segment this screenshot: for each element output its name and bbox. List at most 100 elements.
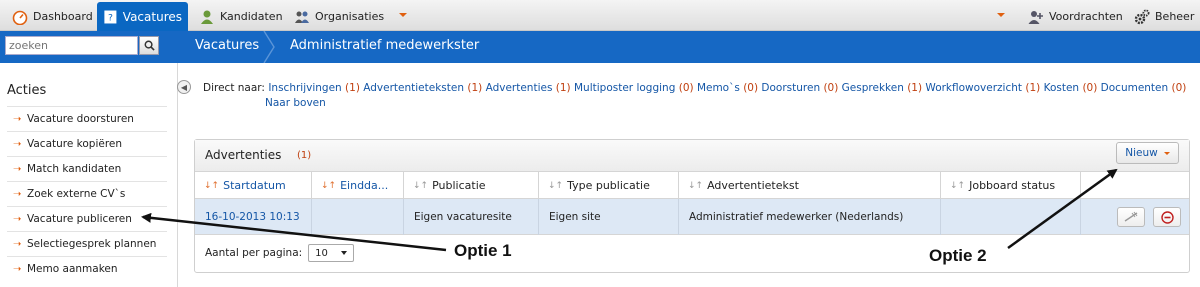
sort-icon: ↓↑ <box>548 180 564 191</box>
link-advertentieteksten[interactable]: Advertentieteksten <box>363 82 464 94</box>
link-gesprekken[interactable]: Gesprekken <box>842 82 904 94</box>
table-header: ↓↑ Startdatum ↓↑ Eindda... ↓↑ Publicatie ↓↑… <box>195 172 1189 199</box>
voordrachten-label: Voordrachten <box>1049 10 1123 23</box>
column-advertentietekst[interactable]: ↓↑ Advertentietekst <box>679 172 941 199</box>
sort-icon: ↓↑ <box>413 180 429 191</box>
cell-einddatum <box>312 199 404 235</box>
beheer-label: Beheer <box>1155 10 1195 23</box>
breadcrumb-vacatures[interactable]: Vacatures <box>195 38 259 53</box>
tab-kandidaten[interactable]: Kandidaten <box>193 2 289 31</box>
count: (0) <box>743 82 759 94</box>
arrow-right-icon: ➝ <box>13 213 22 225</box>
link-naar-boven[interactable]: Naar boven <box>265 97 326 109</box>
arrow-right-icon: ➝ <box>13 163 22 175</box>
count: (1) <box>467 82 483 94</box>
count: (0) <box>823 82 839 94</box>
arrow-left-icon: ◀ <box>180 82 188 92</box>
search-bar <box>0 31 178 63</box>
action-label: Selectiegesprek plannen <box>27 238 157 250</box>
column-startdatum[interactable]: ↓↑ Startdatum <box>195 172 312 199</box>
link-multiposter-logging[interactable]: Multiposter logging <box>574 82 675 94</box>
count: (0) <box>678 82 694 94</box>
panel-title: Advertenties <box>205 148 282 162</box>
link-memos[interactable]: Memo`s <box>697 82 740 94</box>
direct-label: Direct naar: <box>203 82 265 94</box>
sort-icon: ↓↑ <box>204 180 220 191</box>
column-einddatum[interactable]: ↓↑ Eindda... <box>312 172 404 199</box>
link-advertenties[interactable]: Advertenties <box>486 82 553 94</box>
collapse-sidebar-button[interactable]: ◀ <box>177 80 191 94</box>
cell-jobboard-status <box>941 199 1081 235</box>
search-button[interactable] <box>139 36 159 55</box>
table-row[interactable]: 16-10-2013 10:13 Eigen vacaturesite Eige… <box>195 199 1189 235</box>
tab-organisaties[interactable]: Organisaties <box>288 2 390 31</box>
arrow-right-icon: ➝ <box>13 138 22 150</box>
cell-startdatum[interactable]: 16-10-2013 10:13 <box>195 199 312 235</box>
action-vacature-doorsturen[interactable]: ➝ Vacature doorsturen <box>7 106 167 131</box>
top-navigation: Dashboard ? Vacatures Kandidaten Organis… <box>0 0 1200 31</box>
action-label: Vacature doorsturen <box>27 113 134 125</box>
right-menu-dropdown[interactable] <box>997 13 1005 17</box>
publish-button[interactable] <box>1117 207 1145 227</box>
sidebar-title: Acties <box>7 83 47 98</box>
link-documenten[interactable]: Documenten <box>1101 82 1169 94</box>
action-label: Zoek externe CV`s <box>27 188 126 200</box>
vacancy-icon: ? <box>104 10 117 23</box>
new-button-label: Nieuw <box>1125 147 1158 159</box>
count: (1) <box>907 82 923 94</box>
arrow-right-icon: ➝ <box>13 238 22 250</box>
arrow-right-icon: ➝ <box>13 263 22 275</box>
column-type-publicatie[interactable]: ↓↑ Type publicatie <box>539 172 679 199</box>
count: (0) <box>1171 82 1187 94</box>
remove-icon <box>1160 210 1174 224</box>
action-label: Match kandidaten <box>27 163 122 175</box>
action-match-kandidaten[interactable]: ➝ Match kandidaten <box>7 156 167 181</box>
tab-label: Vacatures <box>122 9 182 24</box>
action-selectiegesprek-plannen[interactable]: ➝ Selectiegesprek plannen <box>7 231 167 256</box>
tab-label: Kandidaten <box>220 10 283 23</box>
panel-count: (1) <box>297 150 312 161</box>
delete-button[interactable] <box>1153 207 1181 227</box>
voordrachten-menu[interactable]: Voordrachten <box>1022 2 1129 31</box>
paging-label: Aantal per pagina: <box>205 247 303 259</box>
link-inschrijvingen[interactable]: Inschrijvingen <box>268 82 341 94</box>
direct-links: Direct naar: Inschrijvingen (1) Adverten… <box>203 81 1193 111</box>
pagination: Aantal per pagina: 10 <box>205 244 355 262</box>
count: (1) <box>1025 82 1041 94</box>
column-label: Type publicatie <box>567 179 650 192</box>
column-jobboard-status[interactable]: ↓↑ Jobboard status <box>941 172 1081 199</box>
tab-dashboard[interactable]: Dashboard <box>6 2 99 31</box>
action-vacature-kopieren[interactable]: ➝ Vacature kopiëren <box>7 131 167 156</box>
column-label: Jobboard status <box>969 179 1056 192</box>
link-workflowoverzicht[interactable]: Workflowoverzicht <box>925 82 1022 94</box>
candidate-icon <box>201 10 213 24</box>
panel-header: Advertenties (1) Nieuw <box>195 140 1189 172</box>
tab-vacatures[interactable]: ? Vacatures <box>97 2 188 31</box>
action-memo-aanmaken[interactable]: ➝ Memo aanmaken <box>7 256 167 281</box>
arrow-right-icon: ➝ <box>13 188 22 200</box>
column-label: Eindda... <box>340 179 389 192</box>
column-label: Startdatum <box>223 179 286 192</box>
sort-icon: ↓↑ <box>321 180 337 191</box>
link-kosten[interactable]: Kosten <box>1044 82 1080 94</box>
page-size-select[interactable]: 10 <box>308 244 355 262</box>
column-label: Publicatie <box>432 179 486 192</box>
more-tabs-dropdown[interactable] <box>399 13 407 17</box>
tab-label: Dashboard <box>33 10 93 23</box>
count: (1) <box>555 82 571 94</box>
tab-label: Organisaties <box>315 10 385 23</box>
action-zoek-externe-cvs[interactable]: ➝ Zoek externe CV`s <box>7 181 167 206</box>
chevron-down-icon <box>341 251 348 255</box>
cell-advertentietekst: Administratief medewerker (Nederlands) <box>679 199 941 235</box>
sort-icon: ↓↑ <box>950 180 966 191</box>
page-title: Administratief medewerkster <box>290 38 480 53</box>
new-button[interactable]: Nieuw <box>1116 142 1179 164</box>
action-vacature-publiceren[interactable]: ➝ Vacature publiceren <box>7 206 167 231</box>
link-doorsturen[interactable]: Doorsturen <box>761 82 820 94</box>
annotation-optie-2: Optie 2 <box>929 246 987 265</box>
search-icon <box>144 40 155 51</box>
search-input[interactable] <box>5 36 138 55</box>
breadcrumb: Vacatures Administratief medewerkster <box>178 31 1200 63</box>
beheer-menu[interactable]: Beheer <box>1128 2 1200 31</box>
column-publicatie[interactable]: ↓↑ Publicatie <box>404 172 539 199</box>
